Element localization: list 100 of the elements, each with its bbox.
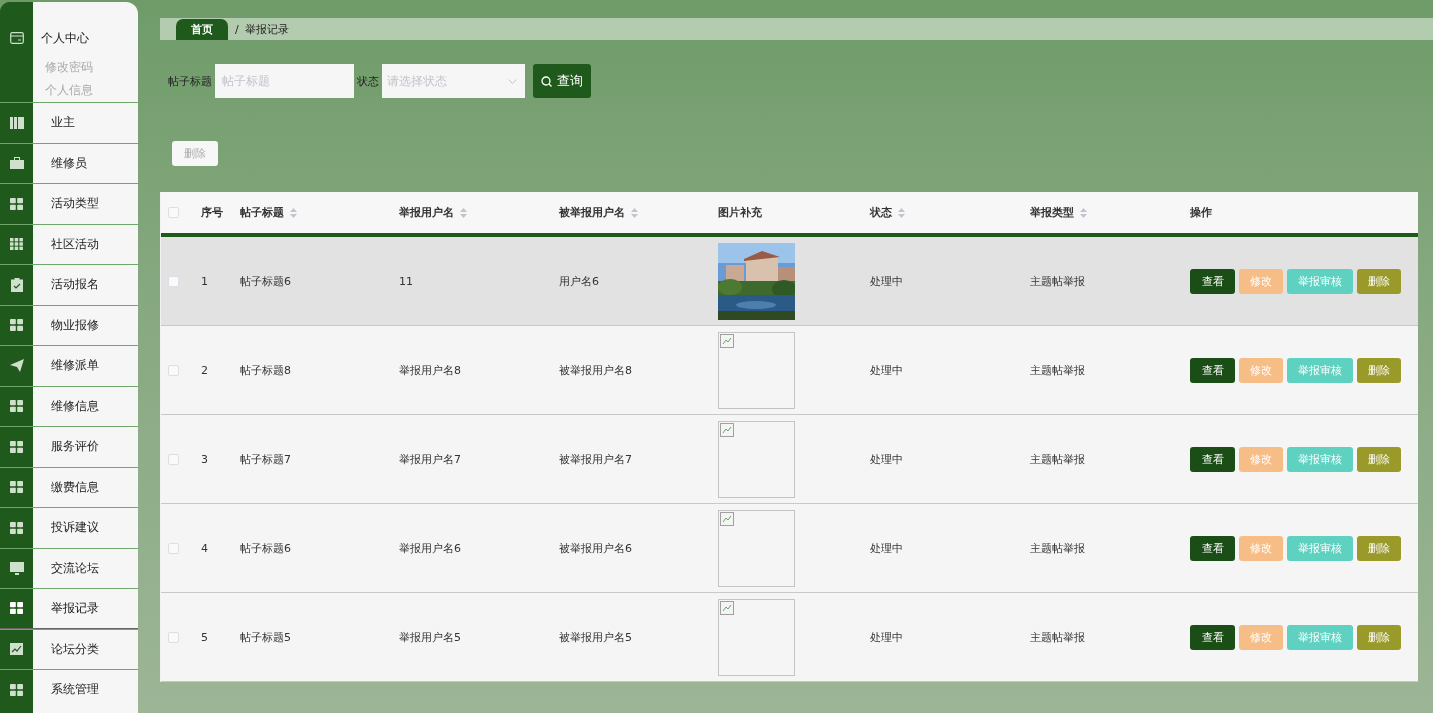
broken-image-icon bbox=[720, 511, 734, 526]
column-header: 操作 bbox=[1190, 205, 1212, 220]
view-button[interactable]: 查看 bbox=[1190, 535, 1235, 561]
sort-icon[interactable] bbox=[631, 207, 638, 218]
books-icon bbox=[9, 116, 24, 129]
sidebar-item-label[interactable]: 论坛分类 bbox=[51, 640, 99, 658]
home-tab[interactable]: 首页 bbox=[176, 19, 228, 40]
table-cell: 举报用户名6 bbox=[399, 540, 461, 556]
sidebar-item-row[interactable]: 活动报名 bbox=[0, 264, 138, 305]
table-cell: 主题帖举报 bbox=[1030, 629, 1085, 645]
sidebar-item-row[interactable]: 举报记录 bbox=[0, 588, 138, 629]
row-checkbox[interactable] bbox=[168, 453, 179, 465]
row-checkbox[interactable] bbox=[168, 542, 179, 554]
view-button[interactable]: 查看 bbox=[1190, 357, 1235, 383]
grid-icon bbox=[10, 440, 23, 453]
table-cell: 用户名6 bbox=[559, 273, 599, 289]
table-cell: 举报用户名8 bbox=[399, 362, 461, 378]
table-cell: 处理中 bbox=[870, 540, 903, 556]
sort-icon[interactable] bbox=[1080, 207, 1087, 218]
sidebar-item-row[interactable]: 缴费信息 bbox=[0, 466, 138, 507]
sidebar-item-label[interactable]: 业主 bbox=[51, 114, 75, 132]
sidebar-item-label[interactable]: 维修派单 bbox=[51, 357, 99, 375]
table-cell: 举报用户名7 bbox=[399, 451, 461, 467]
chevron-down-icon bbox=[508, 78, 517, 84]
sidebar-item-label[interactable]: 投诉建议 bbox=[51, 519, 99, 537]
grid-icon bbox=[10, 602, 23, 615]
sidebar-item-row[interactable]: 维修派单 bbox=[0, 345, 138, 386]
view-button[interactable]: 查看 bbox=[1190, 446, 1235, 472]
line-chart-icon bbox=[10, 643, 23, 656]
sidebar-item-label[interactable]: 系统管理 bbox=[51, 681, 99, 699]
table-cell: 帖子标题6 bbox=[240, 540, 291, 556]
sidebar-item-row[interactable]: 投诉建议 bbox=[0, 507, 138, 548]
table-cell: 帖子标题7 bbox=[240, 451, 291, 467]
grid-icon bbox=[10, 481, 23, 494]
column-header[interactable]: 帖子标题 bbox=[240, 205, 297, 220]
sidebar-item-label[interactable]: 活动报名 bbox=[51, 276, 99, 294]
breadcrumb-current: 举报记录 bbox=[244, 22, 289, 38]
broken-image-icon bbox=[720, 333, 734, 348]
sidebar-item-row[interactable]: 维修员 bbox=[0, 142, 138, 183]
view-button[interactable]: 查看 bbox=[1190, 624, 1235, 650]
table-cell: 11 bbox=[399, 274, 413, 288]
table-cell: 举报用户名5 bbox=[399, 629, 461, 645]
sidebar-item-label[interactable]: 维修员 bbox=[51, 154, 87, 172]
sidebar-item-row[interactable]: 物业报修 bbox=[0, 304, 138, 345]
column-header: 图片补充 bbox=[718, 205, 762, 220]
sidebar-item-row[interactable]: 业主 bbox=[0, 102, 138, 143]
sidebar-item-label[interactable]: 服务评价 bbox=[51, 438, 99, 456]
column-header: 序号 bbox=[201, 205, 223, 220]
sidebar-item-row[interactable]: 论坛分类 bbox=[0, 628, 138, 669]
sidebar-item-label[interactable]: 社区活动 bbox=[51, 235, 99, 253]
sidebar-item-row[interactable]: 交流论坛 bbox=[0, 547, 138, 588]
table-cell: 主题帖举报 bbox=[1030, 362, 1085, 378]
sidebar-item-row[interactable]: 个人中心 bbox=[0, 20, 138, 56]
sidebar-item-label[interactable]: 维修信息 bbox=[51, 397, 99, 415]
grid-icon bbox=[10, 683, 23, 696]
sidebar-item-row[interactable]: 服务评价 bbox=[0, 426, 138, 467]
table-cell: 被举报用户名8 bbox=[559, 362, 632, 378]
grid-icon bbox=[10, 319, 23, 332]
column-header[interactable]: 举报类型 bbox=[1030, 205, 1087, 220]
field-label: 帖子标题 bbox=[168, 73, 212, 89]
briefcase-icon bbox=[9, 157, 24, 170]
table-cell: 被举报用户名7 bbox=[559, 451, 632, 467]
sidebar-item-label[interactable]: 举报记录 bbox=[51, 599, 99, 617]
sidebar-item-row[interactable]: 社区活动 bbox=[0, 223, 138, 264]
row-checkbox[interactable] bbox=[168, 275, 179, 287]
sidebar-item-label[interactable]: 活动类型 bbox=[51, 195, 99, 213]
sidebar-item-label[interactable]: 物业报修 bbox=[51, 316, 99, 334]
column-header[interactable]: 举报用户名 bbox=[399, 205, 467, 220]
sidebar-item-row[interactable]: 维修信息 bbox=[0, 385, 138, 426]
table-cell: 2 bbox=[201, 363, 208, 377]
sort-icon[interactable] bbox=[898, 207, 905, 218]
search-icon bbox=[541, 75, 552, 87]
view-button[interactable]: 查看 bbox=[1190, 268, 1235, 294]
table-cell: 被举报用户名6 bbox=[559, 540, 632, 556]
sidebar-item-label[interactable]: 个人中心 bbox=[41, 29, 89, 47]
table-cell: 帖子标题8 bbox=[240, 362, 291, 378]
column-header[interactable]: 状态 bbox=[870, 205, 905, 220]
grid-icon bbox=[10, 238, 23, 251]
select-all-checkbox[interactable] bbox=[168, 207, 179, 218]
row-checkbox[interactable] bbox=[168, 631, 179, 643]
grid-icon bbox=[10, 197, 23, 210]
sidebar-item-row[interactable]: 系统管理 bbox=[0, 669, 138, 710]
column-header[interactable]: 被举报用户名 bbox=[559, 205, 638, 220]
search-button[interactable]: 查询 bbox=[533, 64, 591, 98]
table-cell: 被举报用户名5 bbox=[559, 629, 632, 645]
broken-image-icon bbox=[720, 600, 734, 615]
sort-icon[interactable] bbox=[290, 207, 297, 218]
sidebar-item-row[interactable]: 活动类型 bbox=[0, 183, 138, 224]
sidebar-item-label[interactable]: 缴费信息 bbox=[51, 478, 99, 496]
sidebar-item-label[interactable]: 交流论坛 bbox=[51, 559, 99, 577]
table-cell: 1 bbox=[201, 274, 208, 288]
table-cell: 处理中 bbox=[870, 629, 903, 645]
table-cell: 处理中 bbox=[870, 451, 903, 467]
broken-image-icon bbox=[720, 422, 734, 437]
sort-icon[interactable] bbox=[460, 207, 467, 218]
table-cell: 处理中 bbox=[870, 273, 903, 289]
table-cell: 5 bbox=[201, 630, 208, 644]
row-checkbox[interactable] bbox=[168, 364, 179, 376]
table-cell: 主题帖举报 bbox=[1030, 273, 1085, 289]
table-cell: 处理中 bbox=[870, 362, 903, 378]
